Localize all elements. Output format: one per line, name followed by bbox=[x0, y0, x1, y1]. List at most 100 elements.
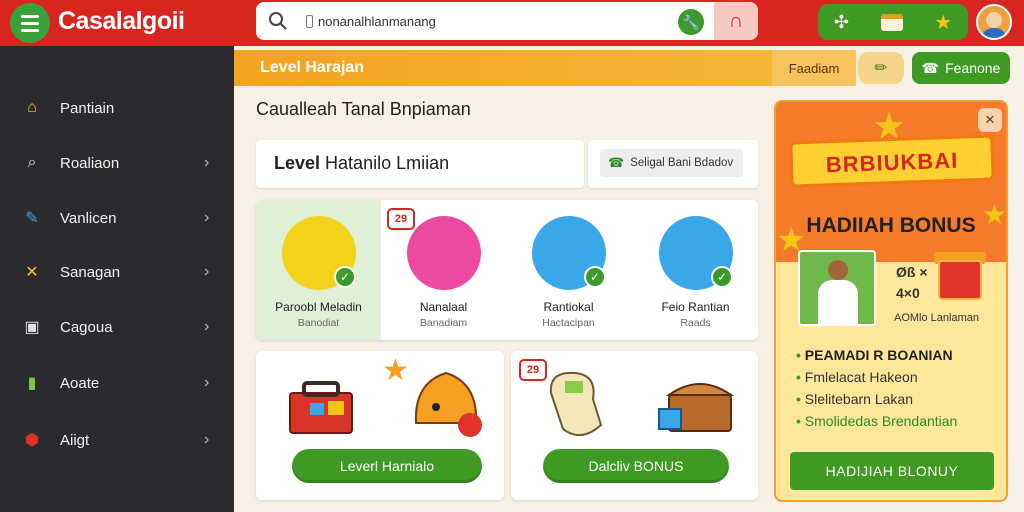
claim-bonus-button[interactable]: HADIJIAH BLONUY bbox=[790, 452, 994, 490]
hedgehog-icon bbox=[414, 371, 482, 437]
ribbon-text: BRBIUKBAI bbox=[825, 147, 959, 178]
sidebar-item-label: Aiigt bbox=[60, 431, 90, 449]
close-button[interactable]: ✕ bbox=[978, 108, 1002, 132]
search-icon: ⌕ bbox=[27, 154, 37, 171]
sidebar-item-1[interactable]: ⌕ Roaliaon › bbox=[0, 143, 234, 183]
select-label: Seligal Bani Bdadov bbox=[630, 157, 734, 169]
text-cursor-icon bbox=[306, 15, 313, 28]
category-card[interactable]: 29 Nanalaal Banadiam bbox=[381, 200, 506, 340]
horseshoe-button[interactable]: ∩ bbox=[714, 2, 758, 40]
bonus-list: PEAMADI R BOANIAN Fmlelacat Hakeon Sleli… bbox=[796, 344, 958, 432]
bonus-panel: ★ ✕ BRBIUKBAI ★ ★ HADIIAH BONUS Øß × 4×0… bbox=[774, 100, 1008, 502]
category-name: Paroobl Meladin bbox=[275, 300, 362, 314]
promo-card: ★ Leverl Harnialo bbox=[256, 351, 504, 500]
tools-icon: ✕ bbox=[25, 264, 39, 281]
star-icon: ★ bbox=[382, 354, 409, 387]
toolbar-group: ✣ ★ bbox=[818, 4, 968, 40]
sidebar-item-label: Pantiain bbox=[60, 99, 115, 117]
chevron-right-icon: › bbox=[204, 318, 210, 335]
bottle-icon: ▮ bbox=[27, 375, 37, 392]
search-icon bbox=[269, 12, 287, 30]
sidebar-item-4[interactable]: ▣ Cagoua › bbox=[0, 307, 234, 347]
promo-button[interactable]: Dalcliv BONUS bbox=[543, 449, 729, 483]
check-icon: ✓ bbox=[334, 266, 356, 288]
sidebar-item-6[interactable]: ⬢ Aiigt › bbox=[0, 420, 234, 460]
sidebar-item-label: Roaliaon bbox=[60, 154, 120, 172]
home-icon: ⌂ bbox=[27, 99, 37, 116]
calendar-icon[interactable] bbox=[880, 13, 903, 31]
search-input[interactable] bbox=[318, 10, 618, 32]
select-card: ☎ Seligal Bani Bdadov bbox=[588, 140, 758, 188]
category-sub: Banodiat bbox=[297, 317, 340, 329]
level-card[interactable]: Level Hatanilo Lmiian bbox=[256, 140, 584, 188]
phone-button[interactable]: ☎ Feanone bbox=[912, 52, 1010, 84]
category-name: Rantiokal bbox=[543, 300, 594, 314]
sidebar: ⌂ Pantiain ⌕ Roaliaon › ✎ Vanlicen › ✕ S… bbox=[0, 46, 234, 512]
wrench-icon: 🔧 bbox=[682, 13, 700, 30]
bonus-title: HADIIAH BONUS bbox=[806, 214, 976, 237]
top-bar: Casalalgoii 🔧 ∩ ✣ ★ bbox=[0, 0, 1024, 46]
app-logo[interactable]: Casalalgoii bbox=[58, 7, 185, 36]
edit-button[interactable]: ✏ bbox=[858, 52, 904, 84]
check-icon: ✓ bbox=[584, 266, 606, 288]
category-card[interactable]: ✓ Feio Rantian Raads bbox=[633, 200, 758, 340]
promo-button[interactable]: Leverl Harnialo bbox=[292, 449, 482, 483]
category-sub: Hactacipan bbox=[542, 317, 595, 329]
category-card[interactable]: ✓ Paroobl Meladin Banodiat bbox=[256, 200, 381, 340]
list-item: Smolidedas Brendantian bbox=[796, 410, 958, 432]
pencil-icon: ✏ bbox=[874, 60, 888, 77]
phone-button-label: Feanone bbox=[945, 60, 1001, 76]
sidebar-item-3[interactable]: ✕ Sanagan › bbox=[0, 252, 234, 292]
leaf-icon bbox=[407, 216, 481, 290]
winner-photo bbox=[798, 250, 876, 326]
calendar-icon: ▣ bbox=[24, 319, 40, 336]
sidebar-item-label: Aoate bbox=[60, 374, 100, 392]
toolbox-icon bbox=[289, 381, 353, 434]
bonus-price: Øß × 4×0 bbox=[896, 264, 928, 301]
list-item: Fmlelacat Hakeon bbox=[796, 366, 957, 388]
count-badge: 29 bbox=[387, 208, 415, 230]
close-icon: ✕ bbox=[984, 112, 996, 127]
category-sub: Raads bbox=[680, 317, 711, 329]
level-bar-pill[interactable]: Faadiam bbox=[772, 50, 856, 86]
category-card[interactable]: ✓ Rantiokal Hactacipan bbox=[506, 200, 631, 340]
select-dropdown[interactable]: ☎ Seligal Bani Bdadov bbox=[600, 149, 743, 177]
bonus-ribbon: BRBIUKBAI bbox=[789, 134, 995, 188]
category-name: Feio Rantian bbox=[661, 300, 730, 314]
check-icon: ✓ bbox=[711, 266, 733, 288]
star-icon[interactable]: ★ bbox=[934, 10, 952, 35]
menu-button[interactable] bbox=[10, 3, 50, 43]
search-bar: 🔧 ∩ bbox=[256, 2, 758, 40]
category-sub: Banadiam bbox=[419, 317, 468, 329]
sidebar-item-2[interactable]: ✎ Vanlicen › bbox=[0, 198, 234, 238]
horseshoe-icon: ∩ bbox=[728, 9, 744, 32]
level-bar-title: Level Harajan bbox=[260, 59, 365, 76]
sidebar-item-0[interactable]: ⌂ Pantiain bbox=[0, 88, 234, 128]
chevron-right-icon: › bbox=[204, 154, 210, 171]
treasure-chest-icon bbox=[658, 383, 735, 432]
list-item: Slelitebarn Lakan bbox=[796, 388, 957, 410]
level-card-bold: Level bbox=[274, 153, 321, 173]
sidebar-item-label: Sanagan bbox=[60, 263, 121, 281]
bug-icon: ⬢ bbox=[25, 432, 39, 449]
chevron-right-icon: › bbox=[204, 431, 210, 448]
level-bar: Level Harajan Faadiam bbox=[234, 50, 856, 86]
search-go-button[interactable]: 🔧 bbox=[678, 9, 704, 35]
sidebar-item-5[interactable]: ▮ Aoate › bbox=[0, 363, 234, 403]
promo-card: 29 Dalcliv BONUS bbox=[511, 351, 758, 500]
level-card-text: Hatanilo Lmiian bbox=[325, 153, 450, 173]
sidebar-item-label: Vanlicen bbox=[60, 209, 117, 227]
edit-icon: ✎ bbox=[25, 210, 39, 227]
chevron-right-icon: › bbox=[204, 209, 210, 226]
category-name: Nanalaal bbox=[419, 300, 468, 314]
gift-icon bbox=[938, 260, 982, 300]
user-avatar[interactable] bbox=[976, 4, 1012, 40]
puzzle-icon[interactable]: ✣ bbox=[834, 12, 849, 33]
chevron-right-icon: › bbox=[204, 374, 210, 391]
phone-icon: ☎ bbox=[921, 59, 940, 76]
list-item: PEAMADI R BOANIAN bbox=[796, 344, 957, 366]
sidebar-item-label: Cagoua bbox=[60, 318, 113, 336]
bonus-caption: AOMlo Lanlaman bbox=[894, 312, 979, 324]
chevron-right-icon: › bbox=[204, 263, 210, 280]
section-title: Caualleah Tanal Bnpiaman bbox=[256, 99, 471, 119]
